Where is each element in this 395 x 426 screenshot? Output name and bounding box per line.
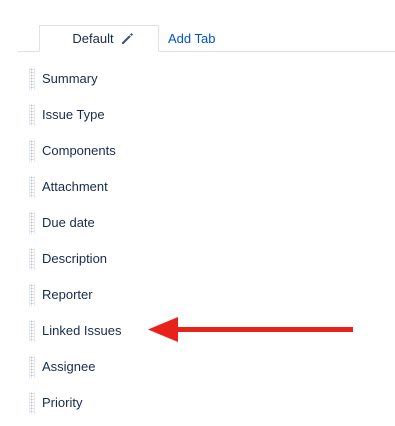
pencil-icon[interactable] [120,32,134,46]
field-row-assignee[interactable]: Assignee [0,350,395,386]
field-label: Description [42,251,108,266]
drag-handle-icon[interactable] [29,68,35,90]
tab-default-label: Default [72,31,114,46]
field-label: Linked Issues [42,323,122,338]
drag-handle-icon[interactable] [29,212,35,234]
field-label: Summary [42,71,98,86]
drag-handle-icon[interactable] [29,176,35,198]
tab-default[interactable]: Default [39,25,159,52]
field-label: Reporter [42,287,93,302]
arrow-shaft [170,327,353,332]
drag-handle-icon[interactable] [29,392,35,414]
field-label: Components [42,143,116,158]
field-label: Issue Type [42,107,105,122]
truncated-header-text [0,0,395,6]
drag-handle-icon[interactable] [29,104,35,126]
field-row-description[interactable]: Description [0,242,395,278]
arrow-head [148,317,178,342]
field-label: Attachment [42,179,108,194]
field-row-priority[interactable]: Priority [0,386,395,422]
tab-bar: Default Add Tab [18,25,395,52]
drag-handle-icon[interactable] [29,320,35,342]
field-label: Due date [42,215,95,230]
drag-handle-icon[interactable] [29,140,35,162]
add-tab-label: Add Tab [168,31,216,46]
red-arrow-icon [148,317,353,342]
field-row-issue-type[interactable]: Issue Type [0,98,395,134]
field-row-attachment[interactable]: Attachment [0,170,395,206]
field-label: Assignee [42,359,96,374]
drag-handle-icon[interactable] [29,284,35,306]
field-row-due-date[interactable]: Due date [0,206,395,242]
field-label: Priority [42,395,83,410]
drag-handle-icon[interactable] [29,248,35,270]
field-row-components[interactable]: Components [0,134,395,170]
add-tab-link[interactable]: Add Tab [168,25,215,52]
field-row-reporter[interactable]: Reporter [0,278,395,314]
field-row-summary[interactable]: Summary [0,62,395,98]
drag-handle-icon[interactable] [29,356,35,378]
